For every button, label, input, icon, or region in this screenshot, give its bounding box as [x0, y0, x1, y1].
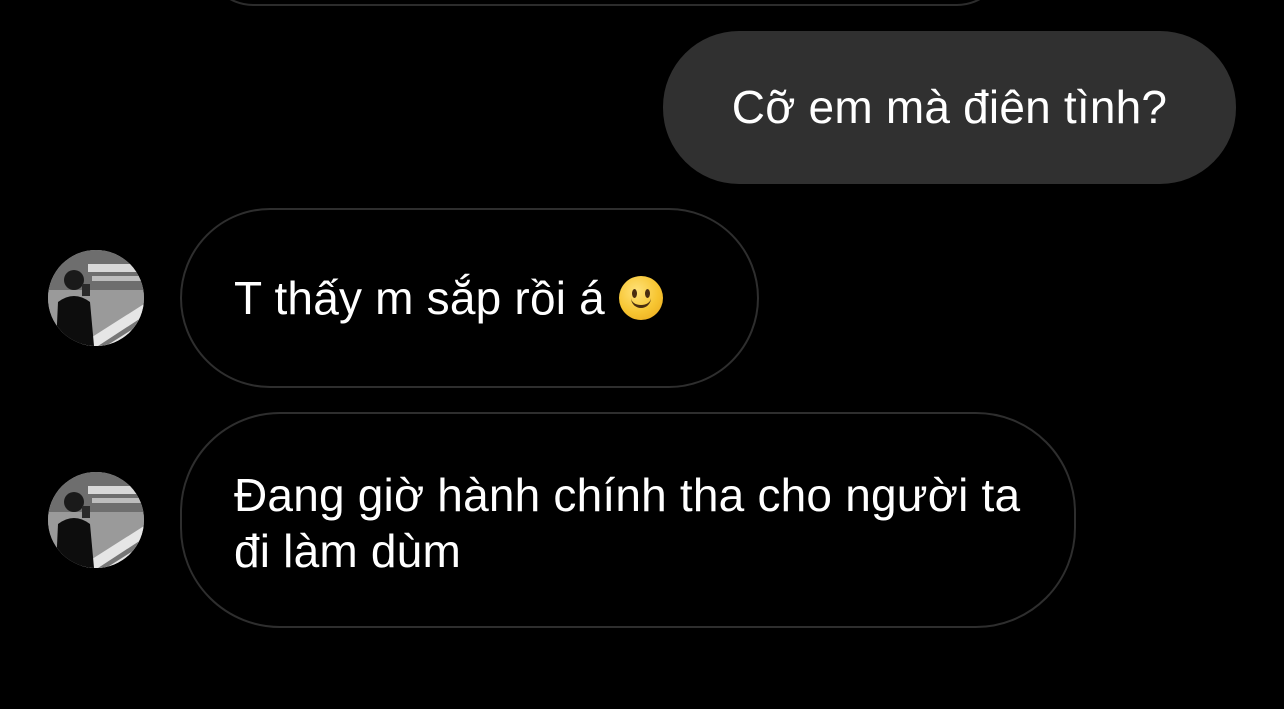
chat-thread: Cỡ em mà điên tình? T thấy m sắp rồi á Đ… — [0, 0, 1284, 709]
previous-message-bubble[interactable] — [205, 0, 1005, 6]
message-text: Cỡ em mà điên tình? — [731, 80, 1168, 133]
message-text: Đang giờ hành chính tha cho người ta đi … — [234, 469, 1021, 577]
avatar[interactable] — [48, 472, 144, 568]
incoming-message-bubble[interactable]: Đang giờ hành chính tha cho người ta đi … — [180, 412, 1076, 628]
incoming-message-bubble[interactable]: T thấy m sắp rồi á — [180, 208, 759, 388]
avatar-photo — [48, 472, 144, 568]
avatar-photo — [48, 250, 144, 346]
slightly-smiling-face-icon — [618, 276, 663, 320]
message-text: T thấy m sắp rồi á — [234, 272, 605, 324]
avatar[interactable] — [48, 250, 144, 346]
outgoing-message-bubble[interactable]: Cỡ em mà điên tình? — [663, 31, 1236, 184]
